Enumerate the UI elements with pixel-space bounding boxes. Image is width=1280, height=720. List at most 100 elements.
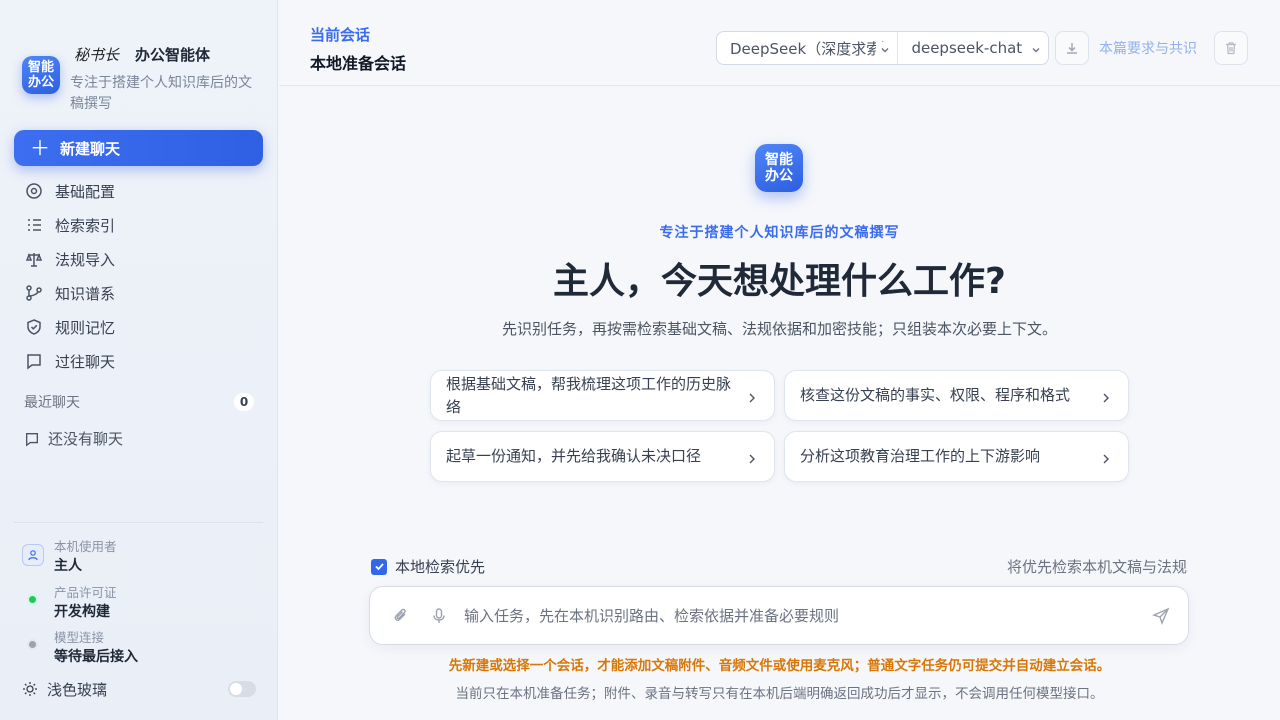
new-chat-button[interactable]: ＋ 新建聊天	[14, 130, 263, 166]
provider-value: DeepSeek（深度求索）	[730, 39, 897, 58]
user-avatar-icon	[22, 544, 44, 566]
logo-line-1: 智能	[27, 60, 54, 75]
hero-subline: 先识别任务，再按需检索基础文稿、法规依据和加密技能；只组装本次必要上下文。	[501, 320, 1057, 338]
hero-headline: 主人，今天想处理什么工作?	[553, 261, 1006, 302]
brand: 智能 办公 秘书长 办公智能体 专注于搭建个人知识库后的文稿撰写	[22, 40, 262, 120]
recent-chats-title: 最近聊天	[24, 395, 80, 411]
local-user-info: 本机使用者 主人	[22, 536, 252, 576]
chevron-down-icon	[876, 42, 892, 60]
download-icon	[1067, 43, 1077, 54]
graph-icon	[24, 283, 44, 303]
conversation-title: 本地准备会话	[310, 54, 407, 73]
sidebar-item-basic-config[interactable]: 基础配置	[24, 174, 264, 208]
chevron-right-icon	[1100, 450, 1112, 473]
attach-button[interactable]	[392, 607, 410, 625]
brand-description: 专注于搭建个人知识库后的文稿撰写	[70, 75, 252, 112]
empty-recent-label: 还没有聊天	[48, 430, 124, 448]
trash-icon	[1226, 42, 1236, 55]
app-logo: 智能 办公	[22, 56, 60, 94]
new-chat-label: 新建聊天	[60, 139, 121, 158]
empty-recent-chats: 还没有聊天	[24, 428, 123, 449]
local-search-first-label: 本地检索优先	[395, 558, 486, 576]
checkbox-checked-icon	[371, 558, 387, 575]
send-icon	[1152, 607, 1170, 625]
gear-icon	[24, 181, 44, 201]
brand-signature: 秘书长	[74, 46, 120, 64]
plus-icon: ＋	[30, 136, 50, 160]
send-button[interactable]	[1152, 607, 1170, 625]
model-selector: DeepSeek（深度求索） deepseek-chat	[716, 31, 1049, 65]
prompt-suggestion[interactable]: 核查这份文稿的事实、权限、程序和格式	[784, 370, 1129, 421]
sidebar-item-label: 检索索引	[55, 216, 116, 235]
hero-logo-line-2: 办公	[765, 168, 793, 184]
requirements-link[interactable]: 本篇要求与共识	[1099, 38, 1197, 58]
local-search-note: 将优先检索本机文稿与法规	[1006, 558, 1187, 576]
license-info: 产品许可证 开发构建	[22, 582, 252, 622]
chevron-down-icon	[1030, 42, 1042, 60]
user-value: 主人	[54, 558, 82, 574]
sidebar-item-label: 规则记忆	[55, 318, 116, 337]
sidebar-divider	[14, 522, 263, 523]
sidebar-item-label: 过往聊天	[55, 352, 116, 371]
conversation-header: 当前会话 本地准备会话 DeepSeek（深度求索） deepseek-chat…	[279, 0, 1280, 86]
chat-icon	[24, 351, 44, 371]
license-label: 产品许可证	[54, 585, 117, 600]
chat-icon	[24, 431, 40, 447]
model-select[interactable]: deepseek-chat	[898, 32, 1048, 64]
attachment-warning: 先新建或选择一个会话，才能添加文稿附件、音频文件或使用麦克风；普通文字任务仍可提…	[448, 658, 1111, 674]
sidebar-nav: 基础配置 检索索引 法规导入 知识谱系 规则记忆 过往聊天	[24, 174, 264, 378]
shield-icon	[24, 317, 44, 337]
scale-icon	[24, 249, 44, 269]
model-status-dot	[29, 641, 36, 648]
task-input[interactable]	[464, 601, 1124, 631]
hero-logo: 智能 办公	[755, 144, 803, 192]
conversation-subtitle: 当前会话	[310, 26, 371, 44]
prompt-suggestion[interactable]: 分析这项教育治理工作的上下游影响	[784, 431, 1129, 482]
logo-line-2: 办公	[27, 75, 54, 90]
prompt-suggestion[interactable]: 起草一份通知，并先给我确认未决口径	[430, 431, 775, 482]
sidebar-item-search-index[interactable]: 检索索引	[24, 208, 264, 242]
sun-icon	[22, 681, 38, 697]
sidebar-item-rule-memory[interactable]: 规则记忆	[24, 310, 264, 344]
hero-logo-line-1: 智能	[765, 152, 793, 168]
theme-toggle[interactable]	[228, 681, 256, 697]
model-value: deepseek-chat	[911, 39, 1023, 57]
sidebar-item-label: 基础配置	[55, 182, 116, 201]
license-value: 开发构建	[54, 604, 110, 620]
delete-button[interactable]	[1214, 31, 1248, 65]
user-label: 本机使用者	[54, 539, 117, 554]
sidebar-item-regulation-import[interactable]: 法规导入	[24, 242, 264, 276]
sidebar-item-label: 知识谱系	[55, 284, 116, 303]
chevron-right-icon	[746, 389, 758, 412]
model-connection-info: 模型连接 等待最后接入	[22, 627, 252, 667]
recent-chats-header: 最近聊天 0	[24, 392, 254, 412]
toggle-knob	[230, 683, 242, 695]
download-button[interactable]	[1055, 31, 1089, 65]
hero-tagline: 专注于搭建个人知识库后的文稿撰写	[659, 225, 900, 241]
chevron-right-icon	[1100, 389, 1112, 412]
sidebar-item-knowledge-graph[interactable]: 知识谱系	[24, 276, 264, 310]
theme-row: 浅色玻璃	[22, 679, 256, 699]
sidebar: 智能 办公 秘书长 办公智能体 专注于搭建个人知识库后的文稿撰写 ＋ 新建聊天 …	[0, 0, 278, 720]
provider-select[interactable]: DeepSeek（深度求索）	[717, 32, 899, 64]
prompt-text: 起草一份通知，并先给我确认未决口径	[446, 447, 702, 465]
list-icon	[24, 215, 44, 235]
model-connection-value: 等待最后接入	[54, 649, 138, 665]
theme-label: 浅色玻璃	[47, 680, 108, 699]
local-search-first-checkbox[interactable]: 本地检索优先	[371, 556, 485, 577]
sidebar-item-label: 法规导入	[55, 250, 116, 269]
chevron-right-icon	[746, 450, 758, 473]
license-status-dot	[29, 596, 36, 603]
local-only-note: 当前只在本机准备任务；附件、录音与转写只有在本机后端明确返回成功后才显示，不会调…	[455, 686, 1104, 702]
prompt-text: 根据基础文稿，帮我梳理这项工作的历史脉络	[446, 374, 732, 416]
prompt-suggestion[interactable]: 根据基础文稿，帮我梳理这项工作的历史脉络	[430, 370, 775, 421]
prompt-text: 分析这项教育治理工作的上下游影响	[800, 447, 1041, 465]
paperclip-icon	[394, 608, 406, 621]
prompt-text: 核查这份文稿的事实、权限、程序和格式	[800, 386, 1071, 404]
composer	[369, 586, 1189, 645]
microphone-button[interactable]	[430, 607, 448, 625]
sidebar-item-past-chats[interactable]: 过往聊天	[24, 344, 264, 378]
microphone-icon	[433, 608, 445, 623]
brand-name: 办公智能体	[135, 46, 211, 64]
recent-chats-count: 0	[234, 393, 254, 411]
